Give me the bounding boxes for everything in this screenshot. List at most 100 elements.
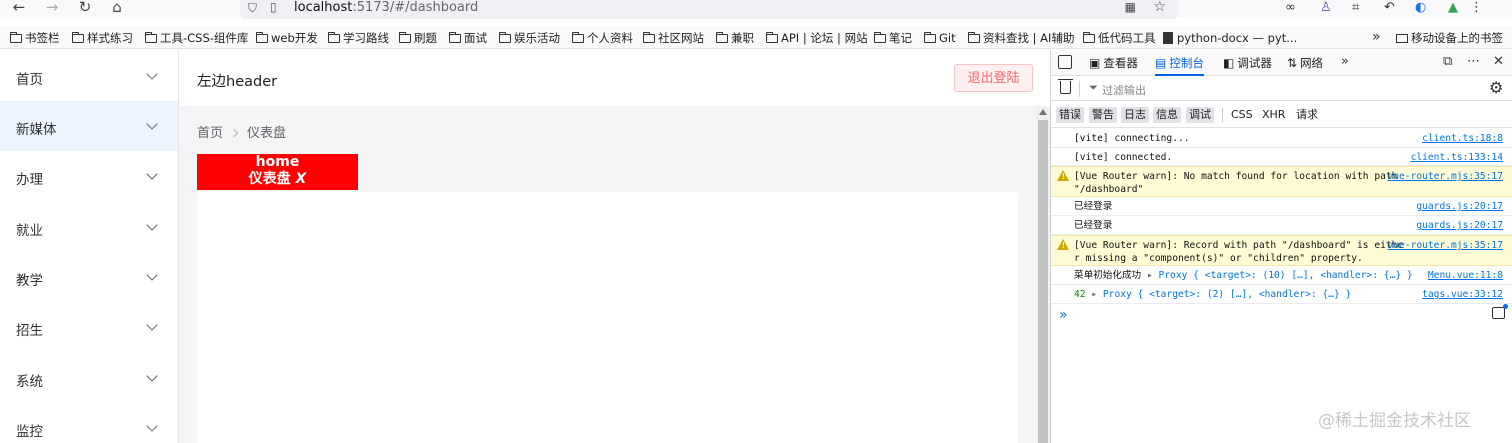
forward-arrow-icon[interactable]: →	[41, 0, 63, 17]
proxy-object[interactable]: Proxy { <target>: (2) […], <handler>: {……	[1103, 289, 1351, 300]
chevron-down-icon	[146, 118, 158, 130]
page-scrollbar[interactable]	[1036, 106, 1050, 443]
level-logs[interactable]: 日志	[1121, 107, 1149, 123]
level-info[interactable]: 信息	[1153, 107, 1181, 123]
tag-dashboard[interactable]: home 仪表盘 X	[197, 154, 358, 190]
chevron-double-right-icon[interactable]: »	[1341, 54, 1349, 69]
bookmark-folder[interactable]: web开发	[256, 30, 318, 46]
home-icon[interactable]: ⌂	[106, 0, 128, 17]
expand-triangle-icon[interactable]: ▸	[1147, 270, 1153, 281]
tab-inspector[interactable]: ▣ 查看器	[1089, 50, 1138, 76]
bookmark-folder[interactable]: 工具-CSS-组件库	[145, 30, 248, 46]
sidebar-item-system[interactable]: 系统	[0, 353, 178, 403]
reload-icon[interactable]: ↻	[74, 0, 96, 17]
qr-code-icon[interactable]: ▦	[1125, 0, 1136, 14]
source-link[interactable]: Menu.vue:11:8	[1428, 269, 1503, 282]
bookmark-folder[interactable]: 学习路线	[328, 30, 389, 46]
gear-icon[interactable]: ⚙	[1489, 78, 1503, 97]
proxy-object[interactable]: Proxy { <target>: (10) […], <handler>: {…	[1159, 270, 1413, 281]
url-text[interactable]: localhost:5173/#/dashboard	[294, 0, 478, 16]
dock-icon[interactable]: ⧉	[1443, 54, 1452, 69]
type-xhr[interactable]: XHR	[1259, 107, 1288, 123]
more-options-icon[interactable]: ⋯	[1467, 54, 1480, 69]
source-link[interactable]: vue-router.mjs:35:17	[1387, 170, 1503, 183]
console-log-row: 42 ▸ Proxy { <target>: (2) […], <handler…	[1051, 285, 1512, 304]
source-link[interactable]: vue-router.mjs:35:17	[1387, 239, 1503, 252]
sidebar-item-label: 就业	[16, 223, 43, 239]
type-css[interactable]: CSS	[1228, 107, 1256, 123]
sidebar-item-new-media[interactable]: 新媒体	[0, 101, 178, 151]
chevron-double-right-icon[interactable]: »	[1372, 29, 1381, 45]
mobile-bookmarks[interactable]: 移动设备上的书签	[1396, 30, 1503, 46]
source-link[interactable]: guards.js:20:17	[1416, 200, 1503, 213]
split-console-icon[interactable]	[1492, 304, 1508, 319]
bookmark-folder[interactable]: 低代码工具	[1083, 30, 1156, 46]
bookmark-folder[interactable]: 笔记	[874, 30, 912, 46]
bookmark-folder[interactable]: 书签栏	[10, 30, 60, 46]
console-input-prompt[interactable]: »	[1059, 307, 1068, 323]
url-bar[interactable]: ⛉ ▯ localhost:5173/#/dashboard ▦ ☆	[240, 0, 1178, 19]
extension-icon[interactable]: ◐	[1415, 0, 1426, 17]
warning-icon	[1057, 239, 1069, 250]
sidebar-item-teaching[interactable]: 教学	[0, 252, 178, 302]
crop-icon[interactable]: ⌗	[1352, 0, 1359, 17]
bookmark-folder[interactable]: 兼职	[716, 30, 754, 46]
scrollbar-thumb[interactable]	[1038, 120, 1048, 443]
close-icon[interactable]: ✕	[1493, 54, 1504, 69]
logout-button[interactable]: 退出登陆	[954, 64, 1033, 92]
expand-triangle-icon[interactable]: ▸	[1091, 289, 1097, 300]
bookmark-folder[interactable]: 社区网站	[643, 30, 704, 46]
bookmark-folder[interactable]: 资料查找 | AI辅助	[968, 30, 1074, 46]
chevron-down-icon	[146, 319, 158, 331]
tab-console[interactable]: ▤ 控制台	[1155, 50, 1204, 76]
level-errors[interactable]: 错误	[1056, 107, 1084, 123]
tab-network[interactable]: ⇅ 网络	[1287, 50, 1323, 76]
menu-icon[interactable]: ⋮	[1470, 0, 1483, 17]
source-link[interactable]: client.ts:133:14	[1411, 151, 1503, 164]
scroll-up-icon[interactable]	[1039, 109, 1047, 115]
close-icon[interactable]: X	[296, 171, 307, 187]
sidebar-item-home[interactable]: 首页	[0, 51, 178, 101]
sidebar-menu: 首页 新媒体 办理 就业 教学 招生 系统 监控	[0, 50, 179, 443]
source-link[interactable]: tags.vue:33:12	[1422, 288, 1503, 301]
private-mask-icon[interactable]: ∞	[1285, 0, 1296, 17]
console-level-filters: 错误 警告 日志 信息 调试 CSS XHR 请求	[1051, 102, 1512, 128]
sidebar-item-employment[interactable]: 就业	[0, 202, 178, 252]
bookmark-folder[interactable]: 娱乐活动	[499, 30, 560, 46]
folder-icon	[643, 32, 655, 43]
element-picker-icon[interactable]	[1058, 55, 1072, 69]
bookmark-folder[interactable]: 个人资料	[572, 30, 633, 46]
header: 左边header 退出登陆	[179, 50, 1036, 106]
sidebar-item-process[interactable]: 办理	[0, 151, 178, 201]
browser-toolbar: ← → ↻ ⌂ ⛉ ▯ localhost:5173/#/dashboard ▦…	[0, 0, 1512, 19]
extension-green-icon[interactable]: ▲	[1448, 0, 1458, 17]
breadcrumb-current: 仪表盘	[247, 126, 287, 141]
page-info-icon[interactable]: ▯	[270, 0, 277, 14]
level-debug[interactable]: 调试	[1186, 107, 1214, 123]
level-warnings[interactable]: 警告	[1089, 107, 1117, 123]
bookmark-folder[interactable]: API | 论坛 | 网站	[766, 30, 868, 46]
sidebar-item-label: 系统	[16, 374, 43, 390]
back-arrow-icon[interactable]: ←	[8, 0, 30, 17]
breadcrumb-home[interactable]: 首页	[197, 126, 223, 141]
source-link[interactable]: client.ts:18:8	[1422, 132, 1503, 145]
bookmark-link[interactable]: python-docx — pyt...	[1163, 30, 1297, 46]
sidebar-item-label: 新媒体	[16, 122, 57, 138]
tab-debugger[interactable]: ◧ 调试器	[1223, 50, 1272, 76]
sidebar-item-monitor[interactable]: 监控	[0, 403, 178, 443]
filter-input[interactable]: 过滤输出	[1102, 82, 1146, 98]
bookmark-folder[interactable]: 刷题	[399, 30, 437, 46]
folder-icon	[328, 32, 340, 43]
bookmark-folder[interactable]: Git	[924, 30, 956, 46]
source-link[interactable]: guards.js:20:17	[1416, 219, 1503, 232]
profile-icon[interactable]: ♙	[1320, 0, 1332, 17]
shield-icon[interactable]: ⛉	[248, 1, 257, 16]
chevron-down-icon	[146, 420, 158, 432]
type-requests[interactable]: 请求	[1293, 107, 1321, 123]
bookmark-star-icon[interactable]: ☆	[1153, 0, 1166, 15]
undo-icon[interactable]: ↶	[1384, 0, 1395, 17]
bookmark-folder[interactable]: 样式练习	[72, 30, 133, 46]
sidebar-item-admissions[interactable]: 招生	[0, 302, 178, 352]
bookmark-folder[interactable]: 面试	[449, 30, 487, 46]
trash-icon[interactable]	[1058, 79, 1073, 94]
